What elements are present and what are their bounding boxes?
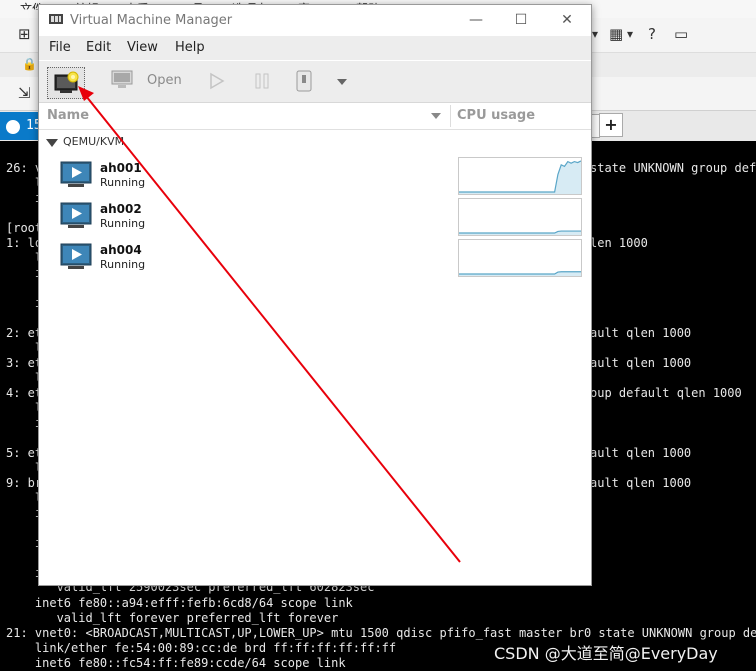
group-expander-icon[interactable]: [46, 139, 58, 147]
pause-button[interactable]: [251, 70, 273, 92]
run-button[interactable]: [205, 70, 227, 92]
terminal-line-fragment: len 1000: [590, 236, 648, 250]
terminal-line: inet6 fe80::a94:efff:fefb:6cd8/64 scope …: [6, 596, 353, 610]
vm-name: ah001: [100, 161, 142, 175]
lock-icon: 🔒: [22, 57, 37, 71]
open-button-label: Open: [147, 73, 182, 88]
vm-name: ah004: [100, 243, 142, 257]
vm-running-icon: [60, 161, 92, 187]
sort-arrow-icon[interactable]: [431, 113, 441, 119]
watermark: CSDN @大道至简@EveryDay: [494, 644, 718, 663]
vm-running-icon: [60, 202, 92, 228]
chevron-down-icon: [337, 79, 347, 85]
vmm-app-icon: [49, 14, 63, 24]
window-title: Virtual Machine Manager: [70, 13, 233, 28]
column-header-cpu[interactable]: CPU usage: [457, 108, 535, 123]
vmm-toolbar: Open: [39, 61, 591, 103]
vm-row-ah004[interactable]: ah004 Running: [39, 239, 591, 279]
terminal-line-fragment: i: [6, 506, 38, 521]
terminal-line-fragment: 2: et: [6, 326, 38, 340]
terminal-line-fragment: l: [6, 491, 38, 506]
terminal-line-fragment: 4: et: [6, 386, 38, 400]
terminal-line-fragment: l: [6, 251, 38, 266]
new-vm-button[interactable]: [47, 67, 85, 99]
cpu-usage-graph: [458, 198, 582, 236]
terminal-line-fragment: oup default qlen 1000: [590, 386, 742, 400]
terminal-line-fragment: ault qlen 1000: [590, 476, 692, 490]
terminal-line-fragment: l: [6, 401, 38, 416]
layout-dropdown-icon[interactable]: ▾: [627, 25, 633, 43]
menu-help[interactable]: Help: [175, 40, 205, 55]
play-icon: [210, 72, 225, 90]
help-icon[interactable]: ?: [648, 25, 656, 43]
open-button[interactable]: Open: [107, 67, 189, 95]
vm-row-ah001[interactable]: ah001 Running: [39, 157, 591, 197]
vm-status: Running: [100, 258, 146, 271]
terminal-line-fragment: ault qlen 1000: [590, 446, 692, 460]
monitor-icon: [111, 70, 133, 88]
terminal-line-fragment: i: [6, 296, 38, 311]
menu-edit[interactable]: Edit: [86, 40, 111, 55]
terminal-line-fragment: state UNKNOWN group defau: [590, 161, 756, 175]
menu-view[interactable]: View: [127, 40, 158, 55]
layout-icon[interactable]: ▦: [609, 25, 623, 43]
vmm-menubar: File Edit View Help: [39, 36, 591, 60]
dropdown-icon[interactable]: ▾: [592, 25, 598, 43]
shutdown-icon: [296, 70, 312, 92]
menu-file[interactable]: File: [49, 40, 71, 55]
terminal-line-fragment: i: [6, 266, 38, 281]
vm-running-icon: [60, 243, 92, 269]
new-vm-icon: [54, 71, 79, 93]
send-icon[interactable]: ⇲: [18, 84, 31, 102]
vm-status: Running: [100, 217, 146, 230]
vm-list-header: Name CPU usage: [39, 103, 591, 130]
vmm-window: Virtual Machine Manager — ☐ ✕ File Edit …: [38, 4, 592, 586]
close-icon[interactable]: ✕: [556, 11, 578, 29]
vm-name: ah002: [100, 202, 142, 216]
terminal-line-fragment: i: [6, 536, 38, 551]
chat-icon[interactable]: ▭: [674, 25, 688, 43]
terminal-line-fragment: ault qlen 1000: [590, 356, 692, 370]
column-header-name[interactable]: Name: [47, 108, 89, 123]
add-tab-button[interactable]: +: [599, 113, 623, 137]
terminal-line-fragment: 9: br: [6, 476, 38, 490]
column-divider[interactable]: [450, 105, 451, 127]
terminal-line: inet6 fe80::fc54:ff:fe89:ccde/64 scope l…: [6, 656, 346, 670]
terminal-line-fragment: 26: v: [6, 161, 38, 175]
connection-status-icon: [6, 120, 20, 134]
terminal-line-fragment: l: [6, 371, 38, 386]
minimize-icon[interactable]: —: [465, 11, 487, 29]
terminal-line-fragment: ault qlen 1000: [590, 326, 692, 340]
pause-icon: [255, 73, 269, 89]
terminal-line-fragment: 3: et: [6, 356, 38, 370]
vmm-titlebar[interactable]: Virtual Machine Manager — ☐ ✕: [39, 5, 591, 35]
terminal-line-fragment: l: [6, 341, 38, 356]
terminal-line: valid_lft forever preferred_lft forever: [6, 611, 339, 625]
terminal-line-fragment: i: [6, 566, 38, 581]
terminal-line-fragment: 5: et: [6, 446, 38, 460]
new-session-icon[interactable]: ⊞: [18, 25, 31, 43]
cpu-usage-graph: [458, 157, 582, 195]
terminal-line-fragment: l: [6, 461, 38, 476]
maximize-icon[interactable]: ☐: [510, 11, 532, 29]
cpu-usage-graph: [458, 239, 582, 277]
connection-group-label[interactable]: QEMU/KVM: [63, 135, 124, 148]
terminal-line-fragment: l: [6, 176, 38, 191]
shutdown-button[interactable]: [293, 69, 315, 93]
terminal-line-fragment: i: [6, 416, 38, 431]
shutdown-menu-button[interactable]: [335, 74, 349, 88]
vm-status: Running: [100, 176, 146, 189]
terminal-line: 21: vnet0: <BROADCAST,MULTICAST,UP,LOWER…: [6, 626, 756, 640]
vm-row-ah002[interactable]: ah002 Running: [39, 198, 591, 238]
terminal-line-fragment: i: [6, 191, 38, 206]
terminal-line-fragment: [root: [6, 221, 38, 235]
terminal-line-fragment: 1: lo: [6, 236, 38, 250]
terminal-line: link/ether fe:54:00:89:cc:de brd ff:ff:f…: [6, 641, 397, 655]
